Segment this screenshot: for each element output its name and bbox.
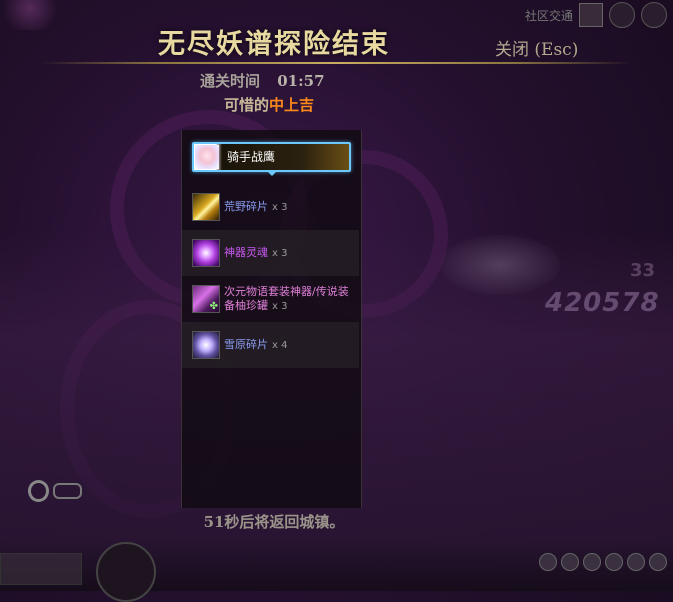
reward-item-qty: x 3: [272, 247, 288, 259]
clover-icon: ✤: [209, 301, 218, 312]
reward-item-qty: x 3: [272, 201, 288, 213]
reward-item-qty: x 4: [272, 339, 288, 351]
clear-time-label: 通关时间: [200, 72, 261, 90]
character-card[interactable]: 骑手战鹰: [192, 142, 351, 176]
reward-item-name: 雪原碎片: [224, 337, 268, 351]
reward-item-name: 神器灵魂: [224, 245, 268, 259]
clear-rank: 可惜的中上吉: [224, 94, 314, 115]
reward-item-text: 次元物语套装神器/传说装备柚珍罐 x 3: [224, 285, 354, 314]
rank-grade: 中上吉: [269, 96, 315, 114]
reward-item-text: 神器灵魂 x 3: [224, 246, 354, 261]
damage-number-partial: 33: [630, 260, 656, 281]
bottom-icon-tray: [539, 553, 667, 571]
bottom-left-panel[interactable]: [0, 553, 82, 585]
snow-shard-icon: [192, 331, 220, 359]
hud-icon[interactable]: [627, 553, 645, 571]
reward-item[interactable]: ✤ 次元物语套装神器/传说装备柚珍罐 x 3: [182, 276, 359, 322]
reward-item[interactable]: 神器灵魂 x 3: [182, 230, 359, 276]
reward-item-text: 雪原碎片 x 4: [224, 338, 354, 353]
reward-empty-slot: [182, 368, 359, 414]
gauge-bar: [53, 483, 82, 499]
reward-item-qty: x 3: [272, 300, 288, 312]
clear-time-value: 01:57: [277, 72, 325, 90]
character-name: 骑手战鹰: [227, 150, 276, 164]
bottom-hud: [0, 539, 673, 602]
background-rock: [440, 235, 560, 295]
gauge-ring-icon: [28, 480, 50, 502]
reward-item-name: 荒野碎片: [224, 199, 268, 213]
pointer-arrow-icon: [266, 170, 278, 176]
gold-shard-icon: [192, 193, 220, 221]
hud-icon[interactable]: [605, 553, 623, 571]
reward-item[interactable]: 荒野碎片 x 3: [182, 184, 359, 230]
hud-icon[interactable]: [539, 553, 557, 571]
character-portrait-icon: [195, 145, 219, 169]
return-countdown: 51秒后将返回城镇。: [203, 513, 345, 531]
hud-icon[interactable]: [561, 553, 579, 571]
close-button[interactable]: 关闭 (Esc): [495, 35, 578, 60]
hud-icon[interactable]: [583, 553, 601, 571]
reward-item[interactable]: 雪原碎片 x 4: [182, 322, 359, 368]
damage-number: 420578: [545, 288, 660, 318]
reward-item-text: 荒野碎片 x 3: [224, 200, 354, 215]
rank-prefix: 可惜的: [224, 96, 270, 114]
dialog-title: 无尽妖谱探险结束: [158, 29, 390, 60]
artifact-soul-icon: [192, 239, 220, 267]
treasure-jar-icon: ✤: [192, 285, 220, 313]
skill-orb[interactable]: [96, 542, 156, 602]
clear-time: 通关时间 01:57: [200, 70, 325, 91]
left-gauge: [28, 478, 82, 504]
dialog-title-bar: 无尽妖谱探险结束 关闭 (Esc): [0, 18, 673, 64]
hud-icon[interactable]: [649, 553, 667, 571]
